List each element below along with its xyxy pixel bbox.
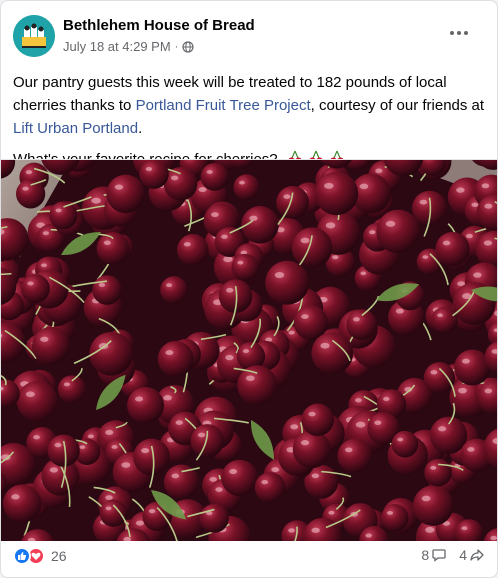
engagement-stats: 8 4 [421,547,485,563]
post-meta: July 18 at 4:29 PM · [63,39,194,54]
globe-icon[interactable] [182,40,194,53]
dot-icon [457,31,461,35]
comment-icon [432,549,446,562]
share-icon [470,549,484,561]
dot-icon [464,31,468,35]
post-card: Bethlehem House of Bread July 18 at 4:29… [0,0,498,578]
reactions-summary[interactable]: 26 [13,547,67,565]
meta-separator: · [174,40,179,53]
reaction-count: 26 [51,548,67,564]
shares-count-button[interactable]: 4 [459,547,485,563]
post-footer: 26 8 4 [13,547,485,571]
page-name[interactable]: Bethlehem House of Bread [63,17,255,34]
link-portland-fruit-tree-project[interactable]: Portland Fruit Tree Project [136,97,311,114]
post-header: Bethlehem House of Bread July 18 at 4:29… [13,15,485,61]
comments-count-button[interactable]: 8 [421,547,447,563]
link-lift-urban-portland[interactable]: Lift Urban Portland [13,120,138,137]
dot-icon [450,31,454,35]
shares-count: 4 [459,547,467,563]
post-paragraph: Our pantry guests this week will be trea… [13,71,485,140]
more-options-button[interactable] [447,23,471,43]
post-photo[interactable] [1,159,497,541]
comments-count: 8 [421,547,430,563]
post-timestamp[interactable]: July 18 at 4:29 PM [63,39,171,54]
post-text-segment: . [138,120,143,137]
cherries-photo-icon [1,160,497,541]
like-reaction-icon [13,547,31,565]
post-text-segment: , courtesy of our friends at [310,97,485,114]
page-avatar[interactable] [13,15,55,57]
bread-logo-icon [13,15,55,57]
